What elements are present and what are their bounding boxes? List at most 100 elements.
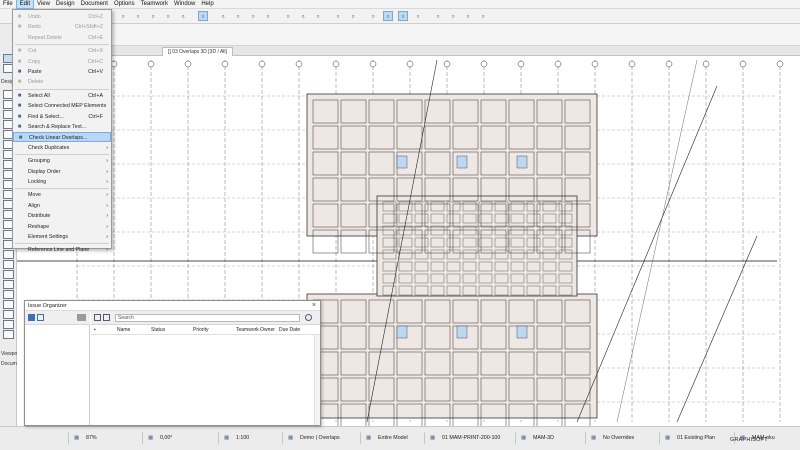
override-icon[interactable]: ▦ [591,435,596,441]
status-angle-value[interactable]: 0,00° [160,435,172,441]
edit-menu-item-check-duplicates[interactable]: Check Duplicates › [13,143,111,153]
column-header-status[interactable]: Status [151,325,165,335]
menu-document[interactable]: Document [78,0,111,8]
close-icon[interactable]: × [312,301,316,311]
zoom-icon[interactable]: ▫ [478,11,488,21]
column-header-name[interactable]: Name [117,325,130,335]
toolbox-tool-icon[interactable] [3,290,14,299]
edit-menu-item-copy[interactable]: ■ Copy Ctrl+C [13,57,111,67]
toolbox-tool-icon[interactable] [3,330,14,339]
guide-icon[interactable]: ▫ [348,11,358,21]
detail-icon[interactable]: ▫ [413,11,423,21]
edit-menu-item-reshape[interactable]: Reshape › [13,222,111,232]
view-icon[interactable]: ▦ [521,435,526,441]
toolbox-tool-icon[interactable] [3,280,14,289]
status-profile-value[interactable]: MAM-oku [752,435,775,441]
filter-icon[interactable] [103,314,110,321]
status-zoom-value[interactable]: 87% [86,435,97,441]
publish-icon[interactable]: ▫ [448,11,458,21]
status-scale-value[interactable]: 1:100 [236,435,249,441]
gravity-icon[interactable]: ▫ [298,11,308,21]
edit-menu-item-find-select[interactable]: ■ Find & Select... Ctrl+F [13,112,111,122]
zoom-icon[interactable]: ▦ [74,435,79,441]
3d-view-icon[interactable]: ▫ [368,11,378,21]
toolbox-tool-icon[interactable] [3,320,14,329]
menu-design[interactable]: Design [53,0,78,8]
status-renovation-value[interactable]: 01 Existing Plan [677,435,715,441]
issue-search-input[interactable]: Search [115,314,300,322]
column-select-icon[interactable]: ▪ [94,325,96,335]
column-header-teamwork-owner[interactable]: Teamwork Owner [236,325,275,335]
angle-icon[interactable]: ▦ [148,435,153,441]
edit-menu-item-element-settings[interactable]: Element Settings › [13,232,111,242]
grid-icon[interactable] [94,314,101,321]
pen-icon[interactable]: ▦ [430,435,435,441]
edit-menu-item-undo[interactable]: ■ Undo Ctrl+Z [13,12,111,22]
menu-help[interactable]: Help [198,0,216,8]
menu-view[interactable]: View [34,0,53,8]
edit-menu-item-locking[interactable]: Locking › [13,177,111,187]
toolbox-tool-icon[interactable] [3,300,14,309]
status-override-value[interactable]: No Overrides [603,435,634,441]
layer-icon[interactable]: ▦ [288,435,293,441]
new-icon[interactable]: ▫ [118,11,128,21]
magic-wand-icon[interactable]: ▫ [233,11,243,21]
edit-menu-item-display-order[interactable]: Display Order › [13,167,111,177]
edit-menu-item-check-linear-overlaps[interactable]: ■ Check Linear Overlaps... [13,132,111,143]
menu-options[interactable]: Options [111,0,138,8]
edit-menu-item-move[interactable]: Move › [13,190,111,200]
worksheet-icon[interactable]: ▫ [433,11,443,21]
toolbox-tool-icon[interactable] [3,310,14,319]
toolbox-tool-icon[interactable] [3,270,14,279]
tab-3d-view[interactable]: [] 03 Overlaps 3D [3D / All] [162,47,233,56]
trace-icon[interactable]: ▫ [283,11,293,21]
menu-edit[interactable]: Edit [15,0,35,9]
status-view-value[interactable]: MAM-3D [533,435,554,441]
edit-menu-item-delete[interactable]: ■ Delete [13,77,111,87]
issue-scrollbar[interactable] [314,335,320,425]
open-icon[interactable]: ▫ [133,11,143,21]
edit-menu-item-cut[interactable]: ■ Cut Ctrl+X [13,46,111,56]
edit-menu-item-repeat-delete[interactable]: Repeat Delete Ctrl+E [13,33,111,43]
list-view-icon[interactable] [28,314,35,321]
toolbox-tool-icon[interactable] [3,260,14,269]
profile-icon[interactable]: ▦ [740,435,745,441]
section-icon[interactable]: ▫ [383,11,393,21]
elevation-icon[interactable]: ▫ [398,11,408,21]
edit-menu-item-reference-line-and-plane[interactable]: Reference Line and Plane › [13,245,111,255]
edit-menu-item-select-all[interactable]: ■ Select All Ctrl+A [13,91,111,101]
edit-menu-item-align[interactable]: Align › [13,201,111,211]
menu-teamwork[interactable]: Teamwork [138,0,171,8]
renovation-icon[interactable]: ▦ [665,435,670,441]
edit-menu-item-redo[interactable]: ■ Redo Ctrl+Shift+Z [13,22,111,32]
plan-stroke [295,60,303,68]
options-icon[interactable] [305,314,312,321]
undo-icon[interactable]: ▫ [178,11,188,21]
add-issue-icon[interactable] [77,314,86,321]
status-pen-value[interactable]: 01 MAM-PRINT-200-100 [442,435,500,441]
column-header-priority[interactable]: Priority [193,325,209,335]
save-icon[interactable]: ▫ [148,11,158,21]
status-model-value[interactable]: Entire Model [378,435,408,441]
ruler-icon[interactable]: ▫ [248,11,258,21]
edit-menu-item-paste[interactable]: ■ Paste Ctrl+V [13,67,111,77]
plan-stroke [456,155,468,169]
layers-icon[interactable]: ▫ [263,11,273,21]
edit-menu-item-grouping[interactable]: Grouping › [13,156,111,166]
status-layer-value[interactable]: Demo | Overlaps [300,435,340,441]
menu-window[interactable]: Window [171,0,198,8]
arrow-select-icon[interactable]: ▫ [198,11,208,21]
marquee-icon[interactable]: ▫ [218,11,228,21]
print-icon[interactable]: ▫ [163,11,173,21]
scale-icon[interactable]: ▦ [224,435,229,441]
column-header-due-date[interactable]: Due Date [279,325,300,335]
menu-file[interactable]: File [0,0,16,8]
edit-menu-item-distribute[interactable]: Distribute › [13,211,111,221]
edit-menu-item-search-replace-text[interactable]: ■ Search & Replace Text... [13,122,111,132]
grid-icon[interactable]: ▫ [333,11,343,21]
render-icon[interactable]: ▫ [463,11,473,21]
tree-view-icon[interactable] [37,314,44,321]
snap-icon[interactable]: ▫ [313,11,323,21]
model-icon[interactable]: ▦ [366,435,371,441]
edit-menu-item-select-connected-mep-elements[interactable]: ■ Select Connected MEP Elements [13,101,111,111]
